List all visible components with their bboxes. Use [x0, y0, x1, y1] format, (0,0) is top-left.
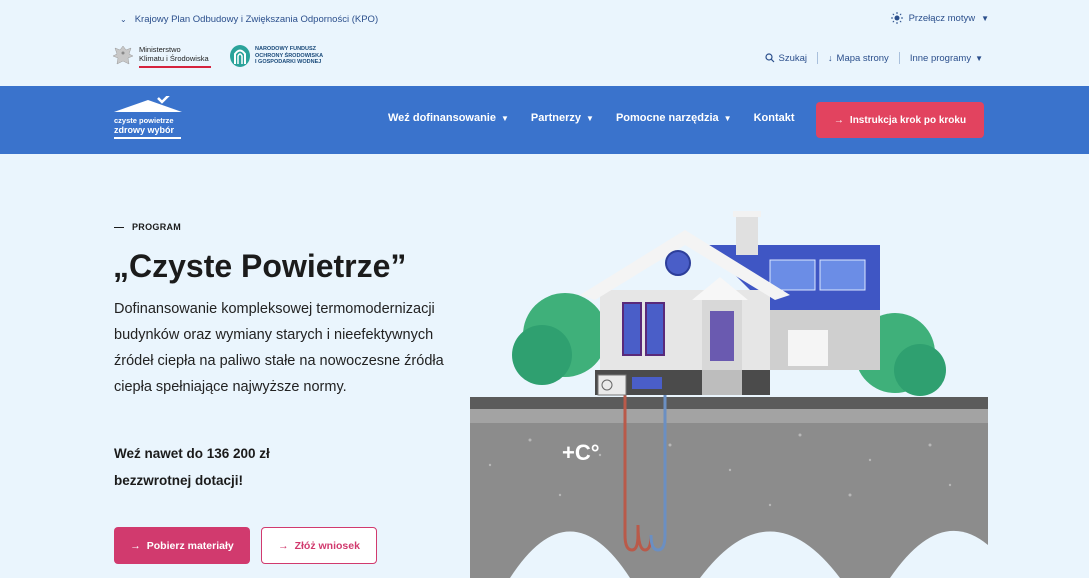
nfosigw-name: NARODOWY FUNDUSZ OCHRONY ŚRODOWISKA I GO… — [255, 46, 345, 66]
arrow-right-icon: → — [278, 539, 289, 552]
download-materials-button[interactable]: → Pobierz materiały — [114, 527, 250, 564]
amount-line2: bezzwrotnej dotacji! — [114, 473, 244, 488]
nav-item-narzedzia[interactable]: Pomocne narzędzia ▼ — [616, 112, 732, 124]
arrow-right-icon: → — [833, 114, 844, 126]
eyebrow: PROGRAM — [114, 222, 181, 232]
nav-item-partnerzy[interactable]: Partnerzy ▼ — [531, 112, 594, 124]
download-materials-label: Pobierz materiały — [146, 539, 234, 552]
chevron-down-icon: ▼ — [975, 53, 983, 63]
house-heat-pump-illustration — [470, 211, 988, 578]
arrow-down-icon: ↓ — [828, 53, 833, 63]
kpo-label: Krajowy Plan Odbudowy i Zwiększania Odpo… — [134, 14, 379, 25]
hero-description: Dofinansowanie kompleksowej termomoderni… — [114, 301, 444, 395]
brand-underline — [114, 137, 181, 139]
other-programs-label: Inne programy — [909, 52, 972, 64]
arrow-right-icon: → — [130, 539, 141, 552]
ministry-line1: Ministerstwo — [139, 44, 181, 54]
nav-item-kontakt[interactable]: Kontakt — [754, 112, 795, 124]
search-label: Szukaj — [778, 52, 808, 64]
amount-line1: Weź nawet do 136 200 zł — [114, 446, 270, 461]
theme-toggle-button[interactable]: Przełącz motyw ▼ — [890, 12, 989, 24]
nav-item-dofinansowanie[interactable]: Weź dofinansowanie ▼ — [388, 112, 509, 124]
grant-amount: Weź nawet do 136 200 zł bezzwrotnej dota… — [114, 440, 374, 494]
nav-item-label: Pomocne narzędzia — [615, 112, 719, 124]
ministry-logo[interactable]: Ministerstwo Klimatu i Środowiska — [112, 44, 211, 68]
submit-application-button[interactable]: → Złóż wniosek — [261, 527, 377, 564]
eagle-emblem-icon — [112, 45, 134, 65]
brand-logo[interactable]: czyste powietrze zdrowy wybór — [112, 96, 184, 142]
ministry-name: Ministerstwo Klimatu i Środowiska — [139, 45, 211, 68]
sun-icon — [890, 12, 903, 24]
other-programs-dropdown[interactable]: Inne programy ▼ — [900, 53, 993, 64]
eyebrow-dash — [114, 226, 124, 228]
nfosigw-line3: I GOSPODARKI WODNEJ — [255, 59, 322, 66]
chevron-down-icon: ▼ — [586, 113, 594, 123]
theme-label: Przełącz motyw — [908, 12, 976, 24]
top-utility-bar: ⌄ Krajowy Plan Odbudowy i Zwiększania Od… — [0, 0, 1089, 86]
nav-item-label: Weź dofinansowanie — [388, 112, 496, 124]
brand-line1: czyste powietrze — [114, 116, 174, 125]
brand-line2: zdrowy wybór — [114, 125, 175, 135]
sitemap-label: Mapa strony — [836, 52, 889, 64]
search-icon — [764, 53, 774, 63]
nav-item-label: Kontakt — [753, 112, 795, 124]
eyebrow-label: PROGRAM — [132, 222, 182, 232]
chevron-down-icon: ▼ — [500, 113, 509, 123]
page-title: „Czyste Powietrze” — [113, 248, 407, 284]
main-navigation: czyste powietrze zdrowy wybór Weź dofina… — [0, 86, 1089, 154]
nav-item-label: Partnerzy — [530, 112, 582, 124]
chevron-down-icon: ⌄ — [120, 15, 127, 24]
chevron-down-icon: ▼ — [723, 113, 732, 123]
nav-menu: Weź dofinansowanie ▼ Partnerzy ▼ Pomocne… — [388, 112, 817, 124]
instruction-label: Instrukcja krok po kroku — [849, 114, 967, 126]
nfosigw-mark-icon — [230, 45, 250, 67]
partner-logos: Ministerstwo Klimatu i Środowiska NARODO… — [112, 44, 345, 68]
sitemap-link[interactable]: ↓ Mapa strony — [818, 53, 899, 64]
ministry-line2: Klimatu i Środowiska — [139, 53, 209, 63]
utility-links: Szukaj ↓ Mapa strony Inne programy ▼ — [755, 52, 993, 64]
house-roof-icon — [114, 96, 182, 112]
kpo-dropdown[interactable]: ⌄ Krajowy Plan Odbudowy i Zwiększania Od… — [120, 14, 378, 25]
submit-application-label: Złóż wniosek — [294, 539, 360, 552]
chevron-down-icon: ▼ — [981, 13, 989, 23]
instruction-button[interactable]: → Instrukcja krok po kroku — [816, 102, 984, 138]
heat-label: +C° — [562, 440, 600, 465]
nfosigw-logo[interactable]: NARODOWY FUNDUSZ OCHRONY ŚRODOWISKA I GO… — [229, 44, 345, 68]
search-link[interactable]: Szukaj — [755, 53, 818, 64]
